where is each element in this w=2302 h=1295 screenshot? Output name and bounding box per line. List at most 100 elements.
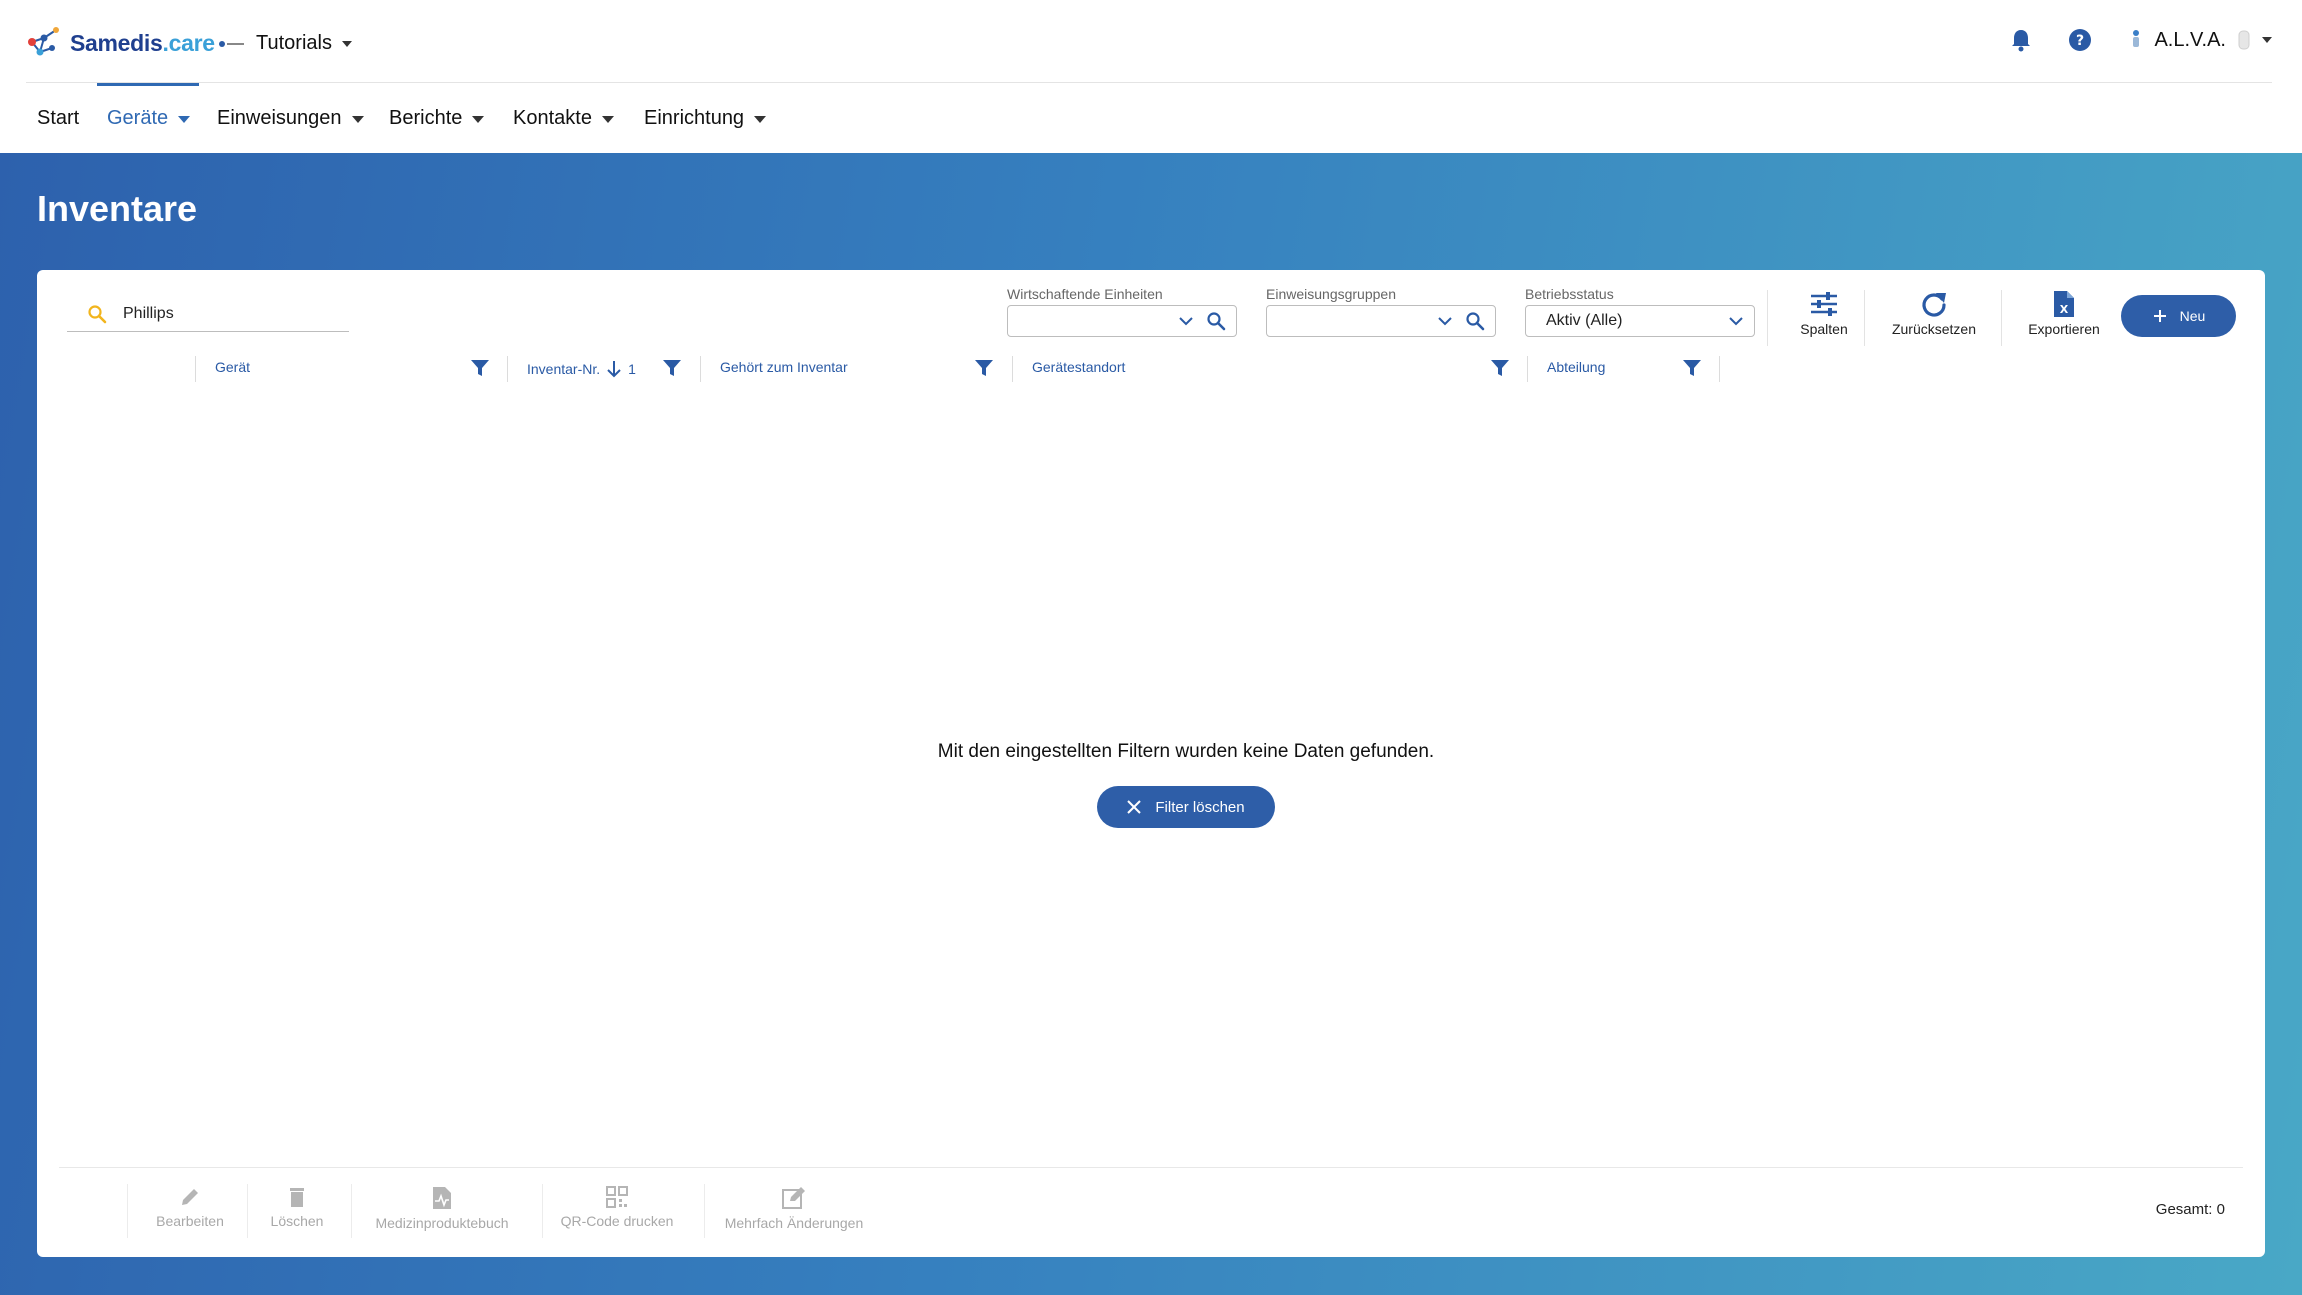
- refresh-icon: [1922, 293, 1946, 317]
- nav-item-label: Start: [37, 107, 80, 129]
- samedis-logo-icon: [28, 27, 59, 56]
- close-icon: [1127, 800, 1142, 814]
- chevron-down-icon: [2262, 37, 2272, 43]
- column-header-geraetestandort[interactable]: Gerätestandort: [1032, 359, 1125, 375]
- chevron-down-icon: [472, 116, 485, 123]
- reset-button[interactable]: Zurücksetzen: [1886, 290, 1982, 337]
- nav-item-einrichtung[interactable]: Einrichtung: [644, 107, 767, 130]
- nav-item-label: Geräte: [107, 107, 169, 129]
- filter-groups-label: Einweisungsgruppen: [1266, 286, 1396, 302]
- chevron-down-icon[interactable]: [1437, 315, 1453, 327]
- delete-label: Löschen: [270, 1213, 324, 1229]
- column-divider: [1527, 356, 1528, 382]
- bulk-edit-button[interactable]: Mehrfach Änderungen: [714, 1186, 874, 1231]
- chevron-down-icon: [341, 40, 352, 47]
- chevron-down-icon: [601, 116, 614, 123]
- columns-button[interactable]: Spalten: [1789, 290, 1859, 337]
- action-divider: [704, 1184, 705, 1238]
- empty-state-message: Mit den eingestellten Filtern wurden kei…: [937, 741, 1435, 762]
- filter-units-label: Wirtschaftende Einheiten: [1007, 286, 1163, 302]
- svg-text:X: X: [2060, 303, 2069, 316]
- filter-status: Betriebsstatus Aktiv (Alle): [1525, 286, 1755, 337]
- edit-button[interactable]: Bearbeiten: [137, 1186, 243, 1229]
- column-header-label: Gerät: [215, 359, 251, 375]
- plus-icon: [2153, 310, 2166, 322]
- clear-filter-label: Filter löschen: [1155, 798, 1245, 816]
- print-qr-label: QR-Code drucken: [560, 1213, 674, 1229]
- columns-label: Spalten: [1800, 321, 1848, 337]
- filter-funnel-icon[interactable]: [470, 358, 490, 378]
- page-title: Inventare: [37, 188, 198, 229]
- edit-square-icon: [782, 1187, 805, 1209]
- nav-item-kontakte[interactable]: Kontakte: [513, 107, 614, 130]
- print-qr-button[interactable]: QR-Code drucken: [552, 1186, 682, 1229]
- medical-device-book-label: Medizinproduktebuch: [375, 1215, 509, 1231]
- chevron-down-icon[interactable]: [1178, 315, 1194, 327]
- column-header-label: Gehört zum Inventar: [720, 359, 848, 375]
- nav-item-label: Einweisungen: [217, 107, 342, 129]
- reset-label: Zurücksetzen: [1891, 321, 1977, 337]
- filter-funnel-icon[interactable]: [662, 358, 682, 378]
- logo[interactable]: Samedis.care: [26, 26, 215, 60]
- nav-item-start[interactable]: Start: [37, 107, 79, 130]
- search-icon[interactable]: [1465, 311, 1485, 331]
- nav-item-einweisungen[interactable]: Einweisungen: [217, 107, 364, 130]
- nav-item-label: Berichte: [389, 107, 463, 129]
- column-divider: [1012, 356, 1013, 382]
- filter-groups-select[interactable]: [1266, 305, 1496, 337]
- search-icon: [88, 304, 107, 323]
- new-button[interactable]: Neu: [2121, 295, 2236, 337]
- user-menu[interactable]: A.L.V.A.: [2128, 28, 2272, 52]
- toolbar-divider: [1864, 290, 1865, 346]
- filter-funnel-icon[interactable]: [1682, 358, 1702, 378]
- chevron-down-icon: [1729, 317, 1743, 326]
- edit-label: Bearbeiten: [156, 1213, 224, 1229]
- tenant-selector[interactable]: Tutorials: [218, 32, 352, 55]
- inventory-panel: Wirtschaftende Einheiten Einweisungsgrup…: [37, 270, 2265, 1257]
- action-divider: [542, 1184, 543, 1238]
- svg-text:?: ?: [2076, 33, 2084, 49]
- logo-text-part2: .care: [162, 29, 216, 56]
- filter-units-select[interactable]: [1007, 305, 1237, 337]
- main-nav: Start Geräte Einweisungen Berichte Konta…: [0, 83, 2302, 153]
- help-icon[interactable]: ?: [2068, 28, 2092, 52]
- top-right-tools: ? A.L.V.A.: [2010, 28, 2272, 52]
- clear-filter-button[interactable]: Filter löschen: [1097, 786, 1275, 828]
- bell-icon[interactable]: [2010, 28, 2032, 52]
- tenant-logo-icon: [218, 38, 246, 50]
- logo-text-part1: Samedis: [70, 29, 163, 56]
- nav-item-geraete[interactable]: Geräte: [107, 107, 191, 130]
- column-header-inventar-nr[interactable]: Inventar-Nr. 1: [527, 359, 636, 379]
- column-header-geraet[interactable]: Gerät: [215, 359, 250, 375]
- filter-status-select[interactable]: Aktiv (Alle): [1525, 305, 1755, 337]
- footer-divider: [59, 1167, 2243, 1168]
- export-button[interactable]: X Exportieren: [2019, 290, 2109, 337]
- toolbar-divider: [2001, 290, 2002, 346]
- filter-status-value: Aktiv (Alle): [1546, 312, 1623, 329]
- bulk-edit-label: Mehrfach Änderungen: [724, 1215, 864, 1231]
- action-divider: [351, 1184, 352, 1238]
- total-count: Gesamt: 0: [2155, 1201, 2225, 1218]
- nav-active-indicator: [97, 83, 199, 86]
- search-icon[interactable]: [1206, 311, 1226, 331]
- action-divider: [247, 1184, 248, 1238]
- user-avatar-icon: [2133, 30, 2140, 47]
- search-input[interactable]: [123, 304, 323, 323]
- medical-device-book-button[interactable]: Medizinproduktebuch: [361, 1186, 523, 1231]
- column-header-gehoert-zum-inventar[interactable]: Gehört zum Inventar: [720, 359, 848, 375]
- nav-item-berichte[interactable]: Berichte: [389, 107, 485, 130]
- export-label: Exportieren: [2028, 321, 2100, 337]
- delete-button[interactable]: Löschen: [257, 1186, 337, 1229]
- user-name: A.L.V.A.: [2154, 28, 2226, 51]
- column-header-label: Abteilung: [1547, 359, 1606, 375]
- top-bar: Samedis.care Tutorials ? A.L.V.A.: [0, 0, 2302, 83]
- qr-code-icon: [606, 1186, 628, 1208]
- tenant-name: Tutorials: [256, 32, 332, 54]
- filter-funnel-icon[interactable]: [974, 358, 994, 378]
- medical-file-icon: [433, 1187, 451, 1209]
- search-field[interactable]: [67, 296, 349, 332]
- column-header-abteilung[interactable]: Abteilung: [1547, 359, 1605, 375]
- column-header-label: Gerätestandort: [1032, 359, 1126, 375]
- filter-status-label: Betriebsstatus: [1525, 286, 1614, 302]
- filter-funnel-icon[interactable]: [1490, 358, 1510, 378]
